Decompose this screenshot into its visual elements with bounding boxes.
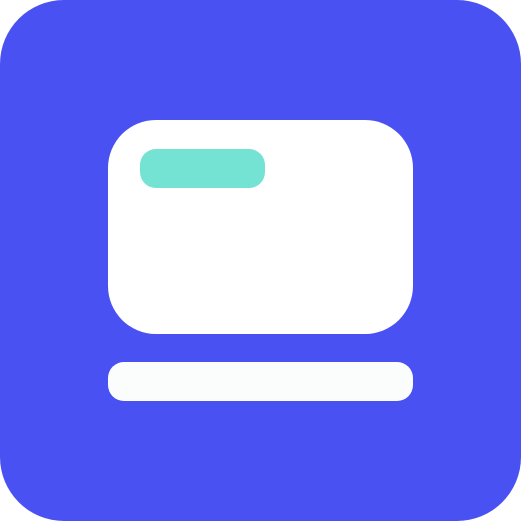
app-icon[interactable] [0, 0, 521, 521]
accent-pill-icon [140, 149, 265, 188]
card-window-icon [108, 120, 413, 334]
icon-canvas [0, 0, 521, 521]
bottom-bar-icon [108, 362, 413, 401]
